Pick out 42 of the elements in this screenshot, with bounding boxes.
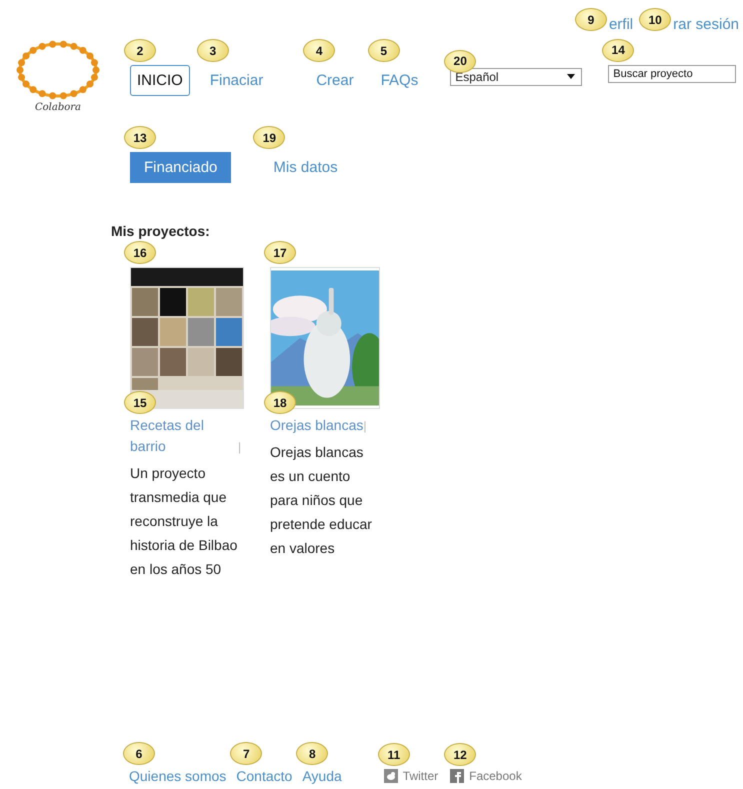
callout-badge: 14 (602, 38, 634, 62)
footer-link[interactable]: Ayuda (302, 768, 342, 784)
callout-badge: 18 (264, 391, 296, 414)
callout-badge: 3 (196, 39, 229, 62)
callout-badge: 2 (124, 39, 156, 62)
separator-mark: | (363, 418, 367, 434)
project-title-link[interactable]: Orejas blancas (270, 415, 364, 436)
account-link[interactable]: rar sesión (673, 16, 739, 32)
callout-badge: 20 (444, 50, 476, 72)
callout-badge: 13 (124, 126, 156, 149)
social-link[interactable]: Facebook (469, 769, 522, 783)
social-link[interactable]: Twitter (402, 769, 438, 783)
section-title: Mis proyectos: (111, 223, 211, 239)
nav-link[interactable]: INICIO (130, 65, 190, 96)
callout-badge: 7 (230, 742, 262, 765)
language-select[interactable]: Español (450, 68, 582, 86)
callout-badge: 6 (123, 742, 155, 765)
callout-badge: 9 (574, 8, 607, 31)
project-title-link[interactable]: Recetas del barrio (130, 415, 230, 457)
project-description: Orejas blancas es un cuento para niños que pretende educar en valores (270, 443, 373, 558)
account-link[interactable]: erfil (608, 16, 634, 32)
search-field[interactable]: Buscar proyecto (608, 64, 736, 82)
callout-badge: 15 (124, 391, 156, 414)
nav-link[interactable]: Crear (309, 65, 361, 96)
callout-badge: 5 (368, 39, 400, 62)
callout-badge: 10 (639, 8, 672, 31)
nav-link[interactable]: Finaciar (202, 65, 270, 96)
separator-mark: | (238, 439, 242, 455)
callout-badge: 16 (124, 241, 156, 264)
callout-badge: 4 (303, 39, 336, 62)
callout-badge: 19 (253, 126, 286, 149)
footer-link[interactable]: Quienes somos (129, 768, 226, 784)
project-description: Un proyecto transmedia que reconstruye la historia de Bilbao en los años 50 (130, 464, 238, 579)
callout-badge: 17 (264, 241, 296, 264)
callout-badge: 12 (444, 743, 476, 766)
tab[interactable]: Mis datos (259, 152, 352, 183)
callout-badge: 8 (296, 742, 328, 765)
callout-badge: 11 (378, 743, 410, 766)
tab[interactable]: Financiado (130, 152, 232, 183)
nav-link[interactable]: FAQs (374, 65, 426, 96)
logo-text: Colabora (35, 102, 81, 113)
footer-link[interactable]: Contacto (236, 768, 292, 784)
